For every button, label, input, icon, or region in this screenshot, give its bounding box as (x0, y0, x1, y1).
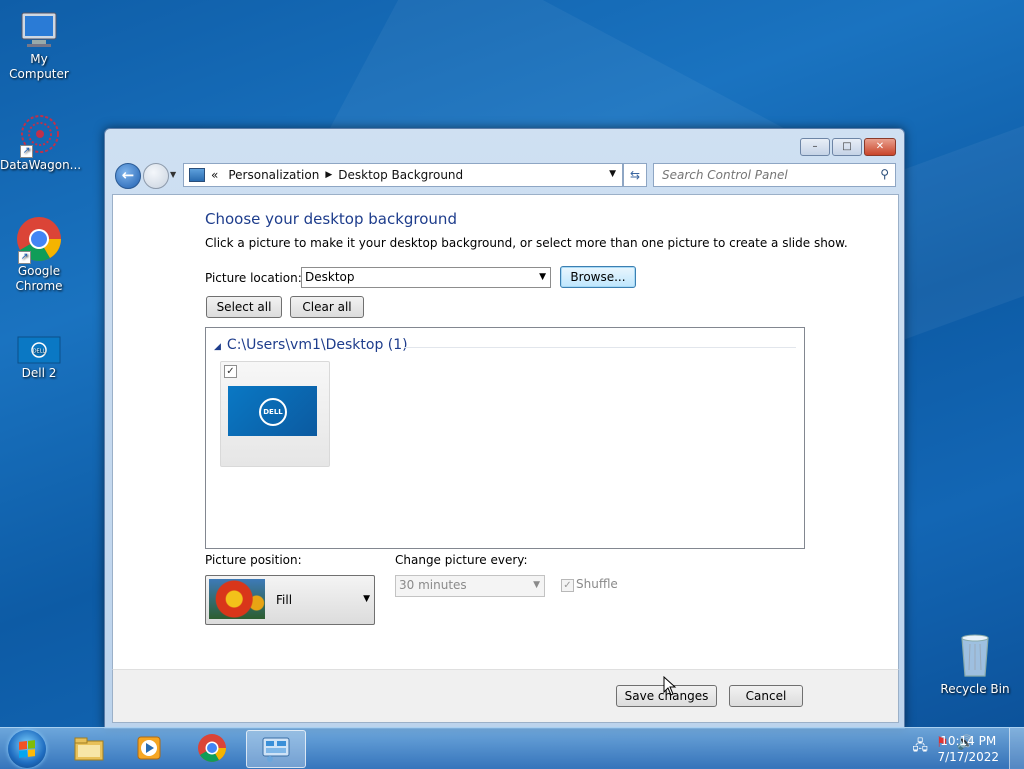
desktop-icon-datawagon[interactable]: ↗ DataWagon... (0, 112, 82, 173)
picture-location-select[interactable]: Desktop ▼ (301, 267, 551, 288)
picture-thumbnail[interactable]: ✓ DELL (220, 361, 330, 467)
taskbar-app-media-player[interactable] (120, 730, 178, 766)
search-box: ⚲ (653, 163, 896, 187)
shuffle-label: Shuffle (576, 577, 618, 591)
change-picture-value: 30 minutes (399, 578, 467, 592)
gallery-group-label: C:\Users\vm1\Desktop (1) (226, 337, 408, 353)
refresh-icon: ⇆ (629, 168, 641, 182)
desktop-icon-google-chrome[interactable]: ↗ Google Chrome (0, 216, 78, 294)
dell-image-icon: DELL (17, 336, 61, 364)
back-arrow-icon: ← (121, 166, 135, 184)
browse-button[interactable]: Browse... (560, 266, 636, 288)
desktop-icon-dell-2[interactable]: DELL Dell 2 (0, 336, 78, 381)
breadcrumb-item-personalization[interactable]: Personalization (228, 168, 319, 182)
taskbar-app-chrome[interactable] (183, 730, 241, 766)
search-icon[interactable]: ⚲ (880, 167, 889, 181)
dell-logo-icon: DELL (259, 398, 287, 426)
change-picture-label: Change picture every: (395, 553, 528, 567)
picture-position-select[interactable]: Fill ▼ (205, 575, 375, 625)
content-pane: Choose your desktop background Click a p… (112, 194, 899, 670)
back-button[interactable]: ← (115, 163, 141, 189)
picture-position-value: Fill (276, 593, 293, 607)
picture-position-label: Picture position: (205, 553, 302, 567)
shortcut-arrow-icon: ↗ (18, 251, 31, 264)
select-all-button[interactable]: Select all (206, 296, 282, 318)
desktop-icon-recycle-bin[interactable]: Recycle Bin (936, 630, 1014, 697)
clock-time: 10:14 PM (940, 734, 997, 748)
picture-location-label: Picture location: (205, 271, 302, 285)
clock[interactable]: 10:14 PM 7/17/2022 (937, 733, 999, 765)
desktop-icon-label: Dell 2 (21, 366, 57, 380)
maximize-button[interactable]: □ (832, 138, 862, 156)
computer-icon (18, 10, 60, 50)
desktop-icon-label: Google Chrome (15, 264, 63, 293)
picture-gallery: ◢ C:\Users\vm1\Desktop (1) ✓ DELL (205, 327, 805, 549)
address-dropdown-icon[interactable]: ▼ (609, 169, 616, 179)
file-explorer-icon (74, 737, 104, 761)
picture-location-value: Desktop (305, 270, 355, 284)
clock-date: 7/17/2022 (937, 750, 999, 764)
clear-all-button[interactable]: Clear all (290, 296, 364, 318)
window-footer: Save changes Cancel (112, 669, 899, 723)
breadcrumb-overflow[interactable]: « (211, 168, 218, 182)
windows-logo-icon (19, 740, 35, 758)
shuffle-checkbox[interactable]: ✓ (561, 579, 574, 592)
desktop-icon-label: Recycle Bin (940, 682, 1010, 696)
address-bar[interactable]: « Personalization ▶ Desktop Background ▼ (183, 163, 623, 187)
control-panel-icon (262, 737, 290, 762)
svg-text:DELL: DELL (33, 349, 46, 355)
chrome-icon (198, 734, 226, 762)
recycle-bin-icon (957, 630, 993, 680)
forward-button[interactable] (143, 163, 169, 189)
datawagon-icon: ↗ (18, 112, 60, 158)
chevron-down-icon: ▼ (363, 594, 370, 604)
media-player-icon (137, 736, 161, 760)
change-picture-select[interactable]: 30 minutes ▼ (395, 575, 545, 597)
show-desktop-button[interactable] (1009, 728, 1024, 769)
shortcut-arrow-icon: ↗ (20, 145, 33, 158)
desktop-icon-label: My Computer (9, 52, 69, 81)
desktop-icon-label: DataWagon... (0, 158, 82, 172)
desktop-background-window: – □ ✕ ← ▼ « Personalization ▶ Desktop Ba… (104, 128, 905, 729)
control-panel-icon (189, 168, 205, 182)
mouse-cursor-icon (663, 676, 677, 696)
breadcrumb-item-desktop-background[interactable]: Desktop Background (338, 168, 463, 182)
history-dropdown-icon[interactable]: ▼ (170, 170, 176, 179)
cancel-button[interactable]: Cancel (729, 685, 803, 707)
navigation-bar: ← ▼ « Personalization ▶ Desktop Backgrou… (113, 162, 896, 189)
close-button[interactable]: ✕ (864, 138, 896, 156)
caption-buttons: – □ ✕ (800, 138, 896, 156)
search-input[interactable] (660, 164, 864, 186)
page-title: Choose your desktop background (205, 210, 457, 228)
taskbar-app-explorer[interactable] (60, 730, 118, 766)
gallery-group-header[interactable]: ◢ C:\Users\vm1\Desktop (1) (214, 337, 408, 353)
desktop-icon-my-computer[interactable]: My Computer (0, 10, 78, 82)
flower-preview-icon (209, 579, 265, 619)
start-button[interactable] (8, 730, 46, 768)
network-icon[interactable]: 🖧 (912, 735, 928, 759)
dell-wallpaper-image: DELL (228, 386, 317, 436)
picture-checkbox[interactable]: ✓ (224, 365, 237, 378)
chevron-down-icon: ▼ (539, 272, 546, 282)
taskbar-app-control-panel[interactable] (246, 730, 306, 768)
breadcrumb-separator-icon[interactable]: ▶ (325, 170, 332, 180)
chevron-down-icon: ▼ (533, 580, 540, 590)
refresh-button[interactable]: ⇆ (623, 163, 647, 187)
page-description: Click a picture to make it your desktop … (205, 236, 848, 250)
collapse-triangle-icon: ◢ (214, 342, 221, 352)
taskbar: 🖧 ⚑ 🔊 10:14 PM 7/17/2022 (0, 727, 1024, 769)
chrome-icon: ↗ (16, 216, 62, 264)
minimize-button[interactable]: – (800, 138, 830, 156)
group-divider (404, 347, 796, 348)
